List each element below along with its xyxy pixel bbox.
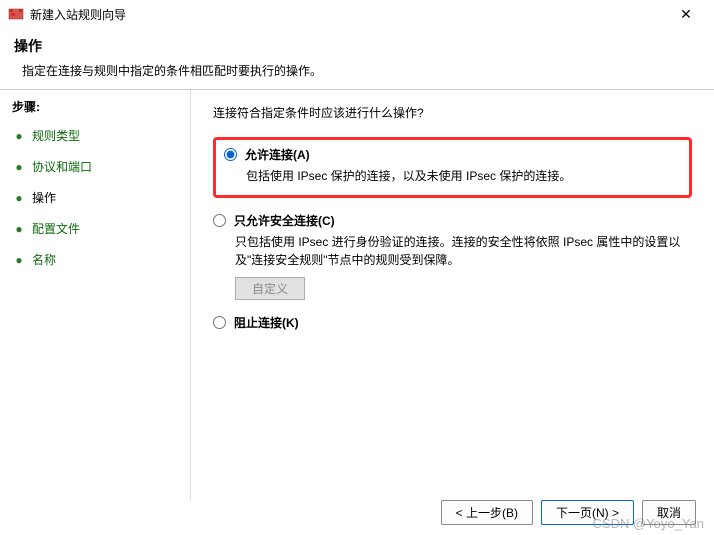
option-allow-desc: 包括使用 IPsec 保护的连接，以及未使用 IPsec 保护的连接。 [246,167,681,185]
next-button[interactable]: 下一页(N) > [541,500,634,525]
step-name[interactable]: ● 名称 [12,249,178,270]
bullet-icon: ● [12,160,26,174]
step-label: 规则类型 [32,127,80,144]
step-label: 配置文件 [32,220,80,237]
option-secure: 只允许安全连接(C) 只包括使用 IPsec 进行身份验证的连接。连接的安全性将… [213,212,692,300]
option-secure-row[interactable]: 只允许安全连接(C) [213,212,692,229]
radio-block[interactable] [213,316,226,329]
option-block-label: 阻止连接(K) [234,314,299,331]
titlebar: 新建入站规则向导 ✕ [0,0,714,28]
option-block-row[interactable]: 阻止连接(K) [213,314,692,331]
bullet-icon: ● [12,129,26,143]
option-secure-desc: 只包括使用 IPsec 进行身份验证的连接。连接的安全性将依照 IPsec 属性… [235,233,692,269]
highlight-box: 允许连接(A) 包括使用 IPsec 保护的连接，以及未使用 IPsec 保护的… [213,137,692,198]
wizard-header: 操作 指定在连接与规则中指定的条件相匹配时要执行的操作。 [0,28,714,89]
step-rule-type[interactable]: ● 规则类型 [12,125,178,146]
steps-title: 步骤: [12,98,178,115]
main-content: 连接符合指定条件时应该进行什么操作? 允许连接(A) 包括使用 IPsec 保护… [191,90,714,500]
question-text: 连接符合指定条件时应该进行什么操作? [213,104,692,121]
wizard-footer: < 上一步(B) 下一页(N) > 取消 [441,500,696,525]
radio-secure[interactable] [213,214,226,227]
step-label: 协议和端口 [32,158,92,175]
option-secure-label: 只允许安全连接(C) [234,212,335,229]
step-protocol-port[interactable]: ● 协议和端口 [12,156,178,177]
option-block: 阻止连接(K) [213,314,692,331]
steps-sidebar: 步骤: ● 规则类型 ● 协议和端口 ● 操作 ● 配置文件 ● 名称 [0,90,190,500]
bullet-icon: ● [12,191,26,205]
option-allow: 允许连接(A) 包括使用 IPsec 保护的连接，以及未使用 IPsec 保护的… [224,146,681,185]
step-action[interactable]: ● 操作 [12,187,178,208]
bullet-icon: ● [12,222,26,236]
close-button[interactable]: ✕ [666,0,706,28]
bullet-icon: ● [12,253,26,267]
customize-button: 自定义 [235,277,305,300]
option-allow-row[interactable]: 允许连接(A) [224,146,681,163]
option-allow-label: 允许连接(A) [245,146,310,163]
cancel-button[interactable]: 取消 [642,500,696,525]
firewall-icon [8,6,24,22]
page-title: 操作 [14,36,700,56]
step-profile[interactable]: ● 配置文件 [12,218,178,239]
page-subtitle: 指定在连接与规则中指定的条件相匹配时要执行的操作。 [14,62,700,79]
radio-allow[interactable] [224,148,237,161]
back-button[interactable]: < 上一步(B) [441,500,533,525]
window-title: 新建入站规则向导 [30,6,666,23]
step-label: 操作 [32,189,56,206]
step-label: 名称 [32,251,56,268]
